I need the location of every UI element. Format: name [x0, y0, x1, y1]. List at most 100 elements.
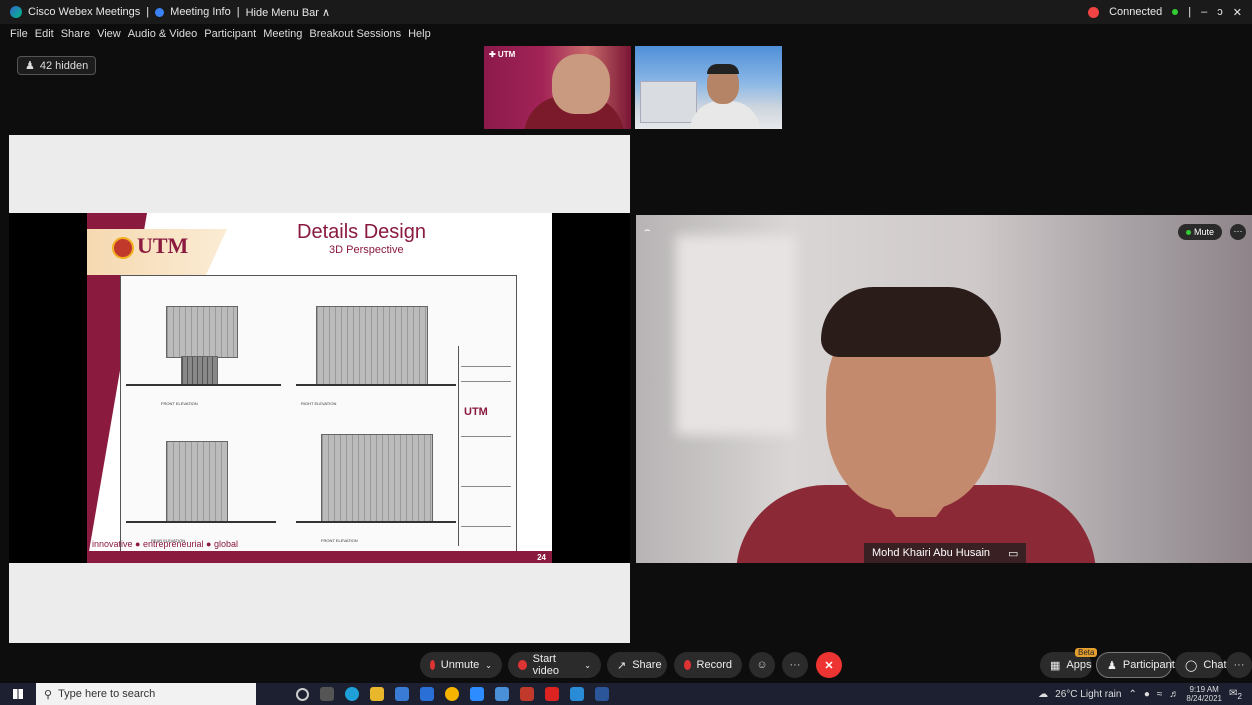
word-icon[interactable] [595, 687, 609, 701]
chat-button[interactable]: ◯ Chat [1175, 652, 1227, 678]
speaker-hair [821, 287, 1001, 357]
file-explorer-icon[interactable] [370, 687, 384, 701]
ground-line [126, 384, 281, 386]
participants-label: Participants [1122, 659, 1181, 671]
share-button[interactable]: ↗ Share [607, 652, 667, 678]
cortana-icon[interactable] [296, 687, 309, 701]
title-block-logo: UTM [464, 406, 488, 418]
wifi-icon[interactable]: ≈ [1157, 689, 1163, 700]
drawing-title-block: UTM [458, 346, 514, 546]
meeting-controls: Unmute ⌄ Start video ⌄ ↗ Share Record ☺ … [0, 650, 1252, 680]
start-video-button[interactable]: Start video ⌄ [508, 652, 601, 678]
sharing-screen-icon: ▭ [1008, 547, 1019, 560]
notification-count: 2 [1237, 690, 1242, 701]
menu-edit[interactable]: Edit [35, 28, 54, 44]
windows-taskbar: ⚲ Type here to search ☁ 26°C Light rain … [0, 683, 1252, 705]
mic-active-icon [1185, 229, 1191, 235]
webex-active-icon[interactable] [570, 687, 584, 701]
building-background [640, 81, 697, 123]
taskbar-search[interactable]: ⚲ Type here to search [36, 683, 256, 705]
mail-icon[interactable] [420, 687, 434, 701]
clock[interactable]: 9:19 AM 8/24/2021 [1186, 685, 1222, 703]
chat-label: Chat [1203, 659, 1227, 671]
participant-hair [707, 64, 739, 74]
connection-status[interactable]: Connected [1109, 6, 1162, 18]
ground-line [126, 521, 276, 523]
start-button[interactable] [0, 689, 36, 699]
title-bar: Cisco Webex Meetings | Meeting Info | Hi… [0, 0, 1252, 24]
title-block-line [461, 381, 511, 382]
chevron-down-icon[interactable]: ⌄ [485, 661, 492, 670]
record-button[interactable]: Record [674, 652, 742, 678]
hidden-participants-button[interactable]: ♟ 42 hidden [17, 56, 97, 75]
participant-body [690, 101, 760, 129]
speaker-name-bar: Mohd Khairi Abu Husain ▭ [864, 543, 1027, 563]
menu-meeting[interactable]: Meeting [263, 28, 302, 44]
participant-thumbnail[interactable] [635, 46, 782, 129]
separator: | [236, 6, 240, 18]
more-panels-button[interactable]: ··· [1226, 652, 1252, 678]
separator: | [146, 6, 150, 18]
task-view-icon[interactable] [320, 687, 334, 701]
speaker-more-button[interactable]: ··· [1230, 224, 1246, 240]
apps-icon: ▦ [1050, 659, 1061, 672]
reactions-button[interactable]: ☺ [749, 652, 775, 678]
menu-audio-video[interactable]: Audio & Video [128, 28, 198, 44]
menu-breakout-sessions[interactable]: Breakout Sessions [309, 28, 401, 44]
chrome-icon[interactable] [445, 687, 459, 701]
active-speaker-video[interactable]: ⌢ Mute ··· Mohd Khairi Abu Husain ▭ [636, 215, 1252, 563]
tray-chevron-up-icon[interactable]: ⌃ [1128, 689, 1136, 700]
unmute-button[interactable]: Unmute ⌄ [420, 652, 502, 678]
chevron-down-icon[interactable]: ⌄ [584, 661, 591, 670]
menu-file[interactable]: File [10, 28, 28, 44]
elevation-label: FRONT ELEVATION [161, 401, 198, 406]
taskbar-apps [296, 687, 609, 701]
end-meeting-button[interactable]: ✕ [816, 652, 842, 678]
connection-status-icon [1088, 6, 1100, 18]
webex-icon[interactable] [495, 687, 509, 701]
utm-crest-icon [112, 236, 134, 259]
slide-footer [87, 551, 552, 563]
shared-slide[interactable]: UTM Details Design 3D Perspective FRONT … [87, 213, 552, 563]
menu-help[interactable]: Help [408, 28, 431, 44]
participant-head [552, 54, 610, 114]
close-button[interactable]: ✕ [1233, 6, 1242, 19]
volume-icon[interactable]: ♬ [1169, 689, 1179, 700]
store-icon[interactable] [395, 687, 409, 701]
ground-line [296, 521, 456, 523]
slide-subtitle: 3D Perspective [329, 244, 404, 256]
windows-logo-icon [13, 689, 23, 699]
zoom-icon[interactable] [470, 687, 484, 701]
utm-logo-text: UTM [137, 233, 189, 258]
notification-icon[interactable]: ✉2 [1229, 688, 1242, 701]
menu-share[interactable]: Share [61, 28, 90, 44]
acrobat-icon[interactable] [545, 687, 559, 701]
edge-icon[interactable] [345, 687, 359, 701]
restore-button[interactable]: ɔ [1217, 6, 1223, 18]
participants-button[interactable]: ♟ Participants [1096, 652, 1180, 678]
mute-participant-button[interactable]: Mute [1177, 224, 1222, 240]
utm-logo-small: ✚ UTM [489, 50, 516, 59]
share-stage-padding-top [9, 135, 630, 213]
participant-thumbnail[interactable]: ✚ UTM [484, 46, 631, 129]
menu-view[interactable]: View [97, 28, 121, 44]
hide-menu-bar-button[interactable]: Hide Menu Bar ∧ [246, 6, 330, 19]
menu-participant[interactable]: Participant [204, 28, 256, 44]
meeting-info-button[interactable]: Meeting Info [170, 6, 231, 18]
beta-badge: Beta [1075, 648, 1098, 657]
weather-text[interactable]: 26°C Light rain [1055, 689, 1121, 700]
minimize-button[interactable]: – [1201, 6, 1207, 18]
elevation-block [316, 306, 428, 386]
clock-time: 9:19 AM [1189, 685, 1219, 694]
connection-indicator-icon [1172, 9, 1179, 15]
title-block-line [461, 486, 511, 487]
utm-logo: UTM [112, 233, 188, 259]
pin-icon[interactable]: ⌢ [644, 225, 651, 236]
more-options-button[interactable]: ··· [782, 652, 808, 678]
share-stage-padding-bottom [9, 563, 630, 643]
webex-logo-icon [10, 6, 22, 18]
pdf-icon[interactable] [520, 687, 534, 701]
person-icon: ♟ [25, 60, 35, 72]
menu-bar: File Edit Share View Audio & Video Parti… [0, 28, 431, 44]
microphone-icon[interactable]: ● [1144, 689, 1150, 700]
